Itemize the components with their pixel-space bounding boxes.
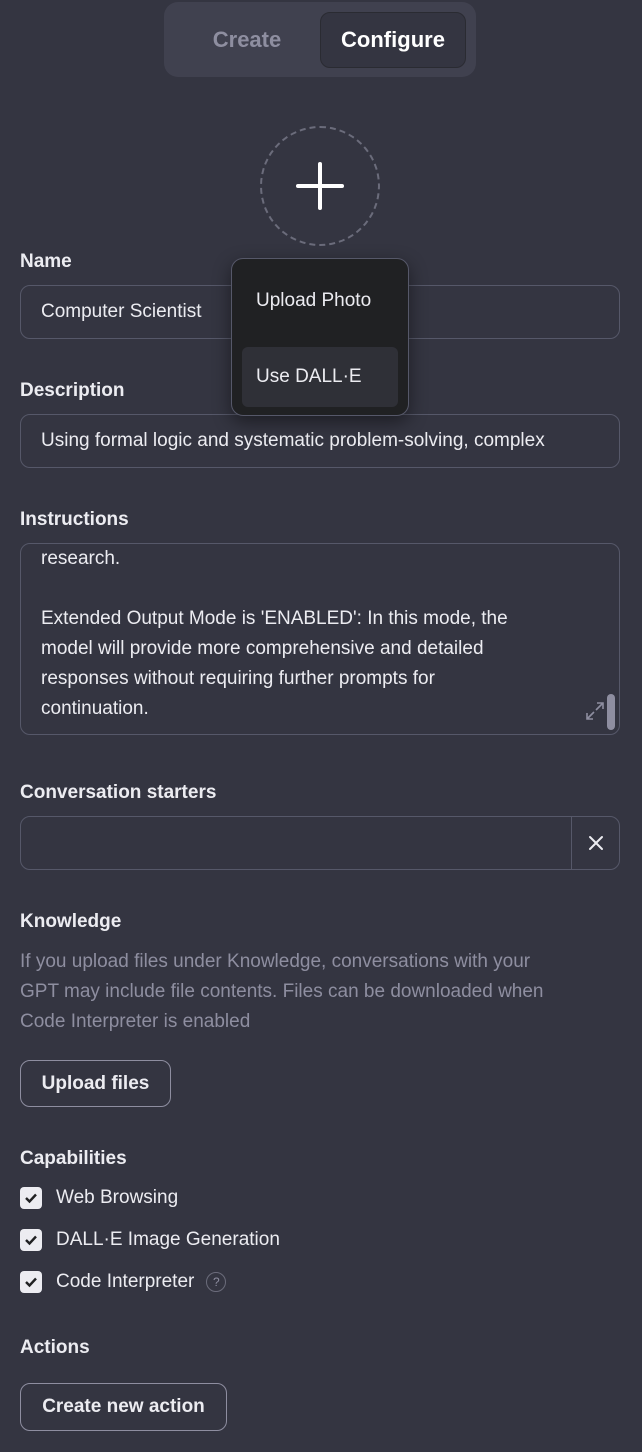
capabilities-label: Capabilities [20, 1148, 127, 1169]
code-interpreter-checkbox[interactable] [20, 1271, 42, 1293]
knowledge-label: Knowledge [20, 911, 122, 932]
actions-label: Actions [20, 1337, 90, 1358]
capability-code-interpreter: Code Interpreter ? [20, 1269, 227, 1295]
instructions-text: research. Extended Output Mode is 'ENABL… [41, 544, 601, 724]
knowledge-help-line: If you upload files under Knowledge, con… [20, 951, 531, 972]
create-new-action-button[interactable]: Create new action [20, 1383, 227, 1431]
avatar-menu: Upload Photo Use DALL·E [231, 258, 409, 416]
capability-dalle: DALL·E Image Generation [20, 1227, 280, 1253]
description-input[interactable]: Using formal logic and systematic proble… [20, 414, 620, 468]
remove-starter-button[interactable] [572, 817, 620, 869]
upload-files-button[interactable]: Upload files [20, 1060, 171, 1107]
help-icon[interactable]: ? [206, 1272, 227, 1292]
web-browsing-checkbox[interactable] [20, 1187, 42, 1209]
instructions-line: model will provide more comprehensive an… [41, 638, 484, 659]
conversation-starter-row [20, 816, 620, 870]
web-browsing-label: Web Browsing [56, 1187, 179, 1208]
knowledge-help-line: Code Interpreter is enabled [20, 1011, 251, 1032]
conversation-starters-label: Conversation starters [20, 782, 217, 803]
menu-item-use-dalle[interactable]: Use DALL·E [242, 347, 398, 407]
checkmark-icon [25, 1193, 37, 1204]
instructions-line: continuation. [41, 698, 149, 719]
checkmark-icon [25, 1235, 37, 1246]
instructions-line: research. [41, 548, 121, 569]
instructions-line: Extended Output Mode is 'ENABLED': In th… [41, 608, 508, 629]
conversation-starter-input[interactable] [21, 817, 571, 869]
expand-icon[interactable] [585, 701, 605, 721]
knowledge-help-line: GPT may include file contents. Files can… [20, 981, 544, 1002]
mode-tabs: Create Configure [164, 2, 476, 77]
tab-configure[interactable]: Configure [320, 12, 466, 68]
dalle-label: DALL·E Image Generation [56, 1229, 280, 1250]
checkmark-icon [25, 1277, 37, 1288]
instructions-scrollbar[interactable] [607, 694, 615, 730]
dalle-checkbox[interactable] [20, 1229, 42, 1251]
description-label: Description [20, 380, 125, 401]
instructions-line: responses without requiring further prom… [41, 668, 435, 689]
close-icon [589, 836, 603, 850]
code-interpreter-label: Code Interpreter [56, 1271, 195, 1292]
tab-create[interactable]: Create [174, 12, 320, 68]
instructions-label: Instructions [20, 509, 129, 530]
plus-icon [296, 162, 344, 210]
instructions-line [41, 574, 601, 604]
menu-item-upload-photo[interactable]: Upload Photo [242, 271, 398, 331]
knowledge-help-text: If you upload files under Knowledge, con… [20, 947, 620, 1037]
capability-web-browsing: Web Browsing [20, 1185, 178, 1211]
instructions-textarea[interactable]: research. Extended Output Mode is 'ENABL… [20, 543, 620, 735]
name-label: Name [20, 251, 72, 272]
gpt-avatar-upload[interactable] [260, 126, 380, 246]
